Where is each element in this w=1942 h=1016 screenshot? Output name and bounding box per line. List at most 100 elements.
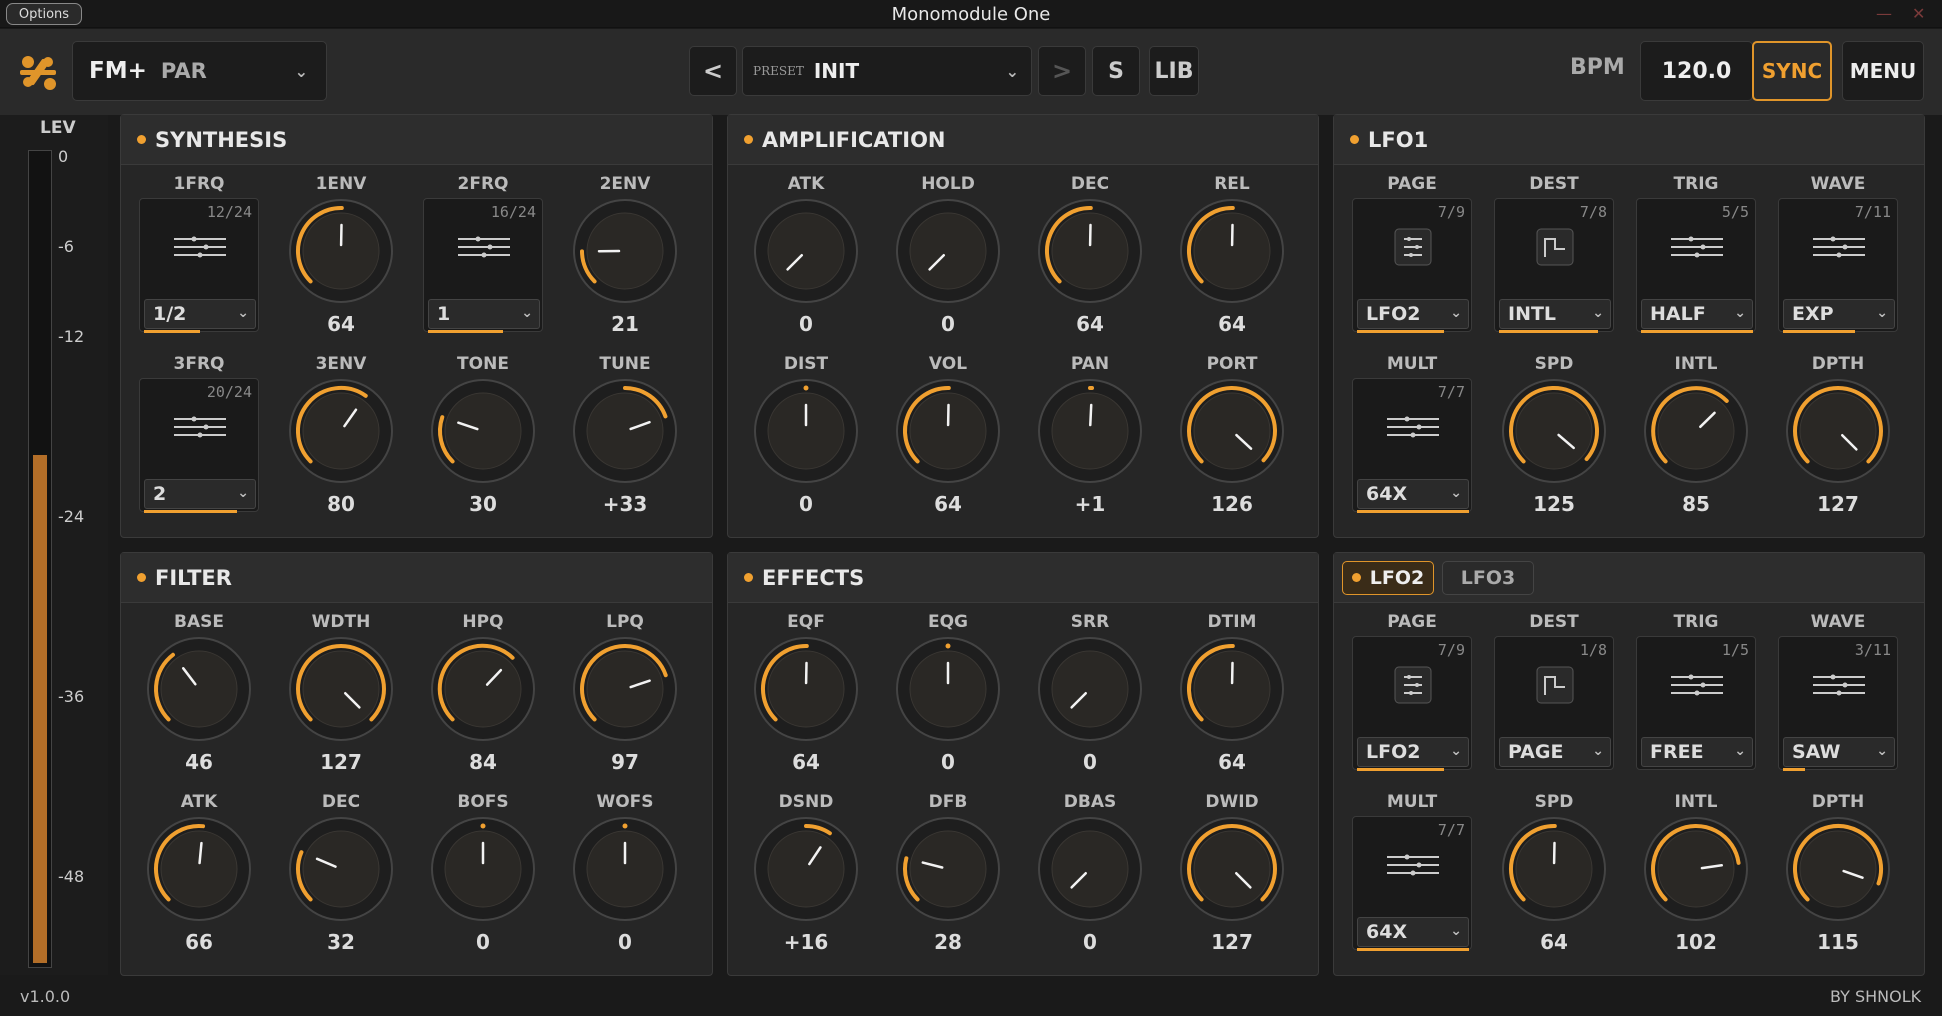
knob-dial[interactable] [753,816,859,922]
knob-dial[interactable] [288,816,394,922]
control-label: 3FRQ [173,354,225,374]
knob-dial[interactable] [895,378,1001,484]
sync-button[interactable]: SYNC [1752,41,1832,101]
knob-dial[interactable] [572,816,678,922]
selector-box[interactable]: 5/5 HALF ⌄ [1636,198,1756,333]
bpm-value-field[interactable]: 120.0 [1640,41,1753,101]
prev-preset-button[interactable]: < [689,46,737,96]
menu-button[interactable]: MENU [1842,41,1924,101]
control-value: 0 [799,312,813,336]
knob-dial[interactable] [1179,378,1285,484]
tab-lfo3[interactable]: LFO3 [1442,560,1534,595]
selector-value: INTL [1508,303,1557,325]
control-1frq: 1FRQ 12/24 1/2 ⌄ [128,174,270,344]
knob-dial[interactable] [1179,198,1285,304]
control-label: VOL [928,354,968,374]
knob-dial[interactable] [895,816,1001,922]
selector-dropdown[interactable]: EXP ⌄ [1783,299,1895,329]
knob-dial[interactable] [572,378,678,484]
selector-dropdown[interactable]: HALF ⌄ [1641,299,1753,329]
knob-dial[interactable] [1643,378,1749,484]
knob-dial[interactable] [430,816,536,922]
selector-box[interactable]: 7/7 64X ⌄ [1352,378,1472,513]
knob-dial[interactable] [1179,816,1285,922]
minimize-icon[interactable]: — [1876,4,1892,23]
selector-position-bar [428,330,503,333]
control-label: 2FRQ [457,174,509,194]
knob-dial[interactable] [753,198,859,304]
knob-dial[interactable] [1037,378,1143,484]
preset-select[interactable]: PRESET INIT ⌄ [742,46,1032,96]
selector-dropdown[interactable]: 64X ⌄ [1357,917,1469,947]
selector-box[interactable]: 7/11 EXP ⌄ [1778,198,1898,333]
knob-dial[interactable] [1785,816,1891,922]
selector-box[interactable]: 3/11 SAW ⌄ [1778,636,1898,771]
knob-dial[interactable] [753,636,859,742]
knob-dial[interactable] [1501,378,1607,484]
tab-lfo2[interactable]: LFO2 [1342,560,1434,595]
selector-box[interactable]: 1/5 FREE ⌄ [1636,636,1756,770]
control-label: DFB [928,792,968,812]
selector-dropdown[interactable]: FREE ⌄ [1641,737,1753,767]
chevron-down-icon: ⌄ [1450,743,1462,759]
knob-dial[interactable] [1037,636,1143,742]
control-label: WAVE [1810,612,1866,632]
page-mod-icon [1394,666,1432,704]
knob-dial[interactable] [895,198,1001,304]
knob-dial[interactable] [430,636,536,742]
knob-dial[interactable] [146,636,252,742]
library-button[interactable]: LIB [1149,46,1199,96]
control-value: 85 [1682,492,1710,516]
selector-dropdown[interactable]: 1/2 ⌄ [144,299,256,329]
control-label: HOLD [921,174,975,194]
next-preset-button[interactable]: > [1038,46,1086,96]
control-value: 127 [1211,930,1253,954]
selector-box[interactable]: 12/24 1/2 ⌄ [139,198,259,333]
knob-dial[interactable] [572,198,678,304]
selector-dropdown[interactable]: INTL ⌄ [1499,299,1611,329]
mode-select[interactable]: FM+ PAR ⌄ [72,41,327,101]
save-button[interactable]: S [1092,46,1140,96]
knob-dial[interactable] [288,378,394,484]
sliders-icon [458,236,510,258]
selector-dropdown[interactable]: 1 ⌄ [428,299,540,329]
selector-dropdown[interactable]: 64X ⌄ [1357,479,1469,509]
knob-dial[interactable] [895,636,1001,742]
selector-dropdown[interactable]: SAW ⌄ [1783,737,1895,767]
knob-dial[interactable] [753,378,859,484]
knob-dial[interactable] [572,636,678,742]
close-icon[interactable]: ✕ [1912,4,1925,23]
selector-box[interactable]: 7/9 LFO2 ⌄ [1352,198,1472,333]
selector-box[interactable]: 16/24 1 ⌄ [423,198,543,333]
knob-dial[interactable] [1643,816,1749,922]
knob-dial[interactable] [146,816,252,922]
section-indicator [1350,135,1359,144]
control-dpth: DPTH 115 [1767,792,1909,962]
selector-dropdown[interactable]: LFO2 ⌄ [1357,737,1469,767]
knob-dial[interactable] [1785,378,1891,484]
chevron-down-icon: ⌄ [294,61,308,81]
selector-dropdown[interactable]: LFO2 ⌄ [1357,299,1469,329]
selector-box[interactable]: 7/7 64X ⌄ [1352,816,1472,951]
selector-box[interactable]: 7/8 INTL ⌄ [1494,198,1614,333]
selector-dropdown[interactable]: PAGE ⌄ [1499,737,1611,767]
selector-box[interactable]: 1/8 PAGE ⌄ [1494,636,1614,770]
knob-dial[interactable] [430,378,536,484]
selector-position-bar [1357,948,1469,951]
knob-dial[interactable] [1501,816,1607,922]
knob-body [1051,650,1129,728]
knob-dial[interactable] [288,198,394,304]
selector-dropdown[interactable]: 2 ⌄ [144,479,256,509]
selector-box[interactable]: 7/9 LFO2 ⌄ [1352,636,1472,771]
selector-box[interactable]: 20/24 2 ⌄ [139,378,259,513]
sliders-icon [1387,416,1439,438]
mode-secondary: PAR [160,59,207,83]
knob-dial[interactable] [1037,816,1143,922]
control-intl: INTL 102 [1625,792,1767,962]
knob-dial[interactable] [1037,198,1143,304]
options-button[interactable]: Options [6,3,82,25]
knob-dial[interactable] [288,636,394,742]
knob-center-marker [480,823,486,829]
knob-body [1799,392,1877,470]
knob-dial[interactable] [1179,636,1285,742]
